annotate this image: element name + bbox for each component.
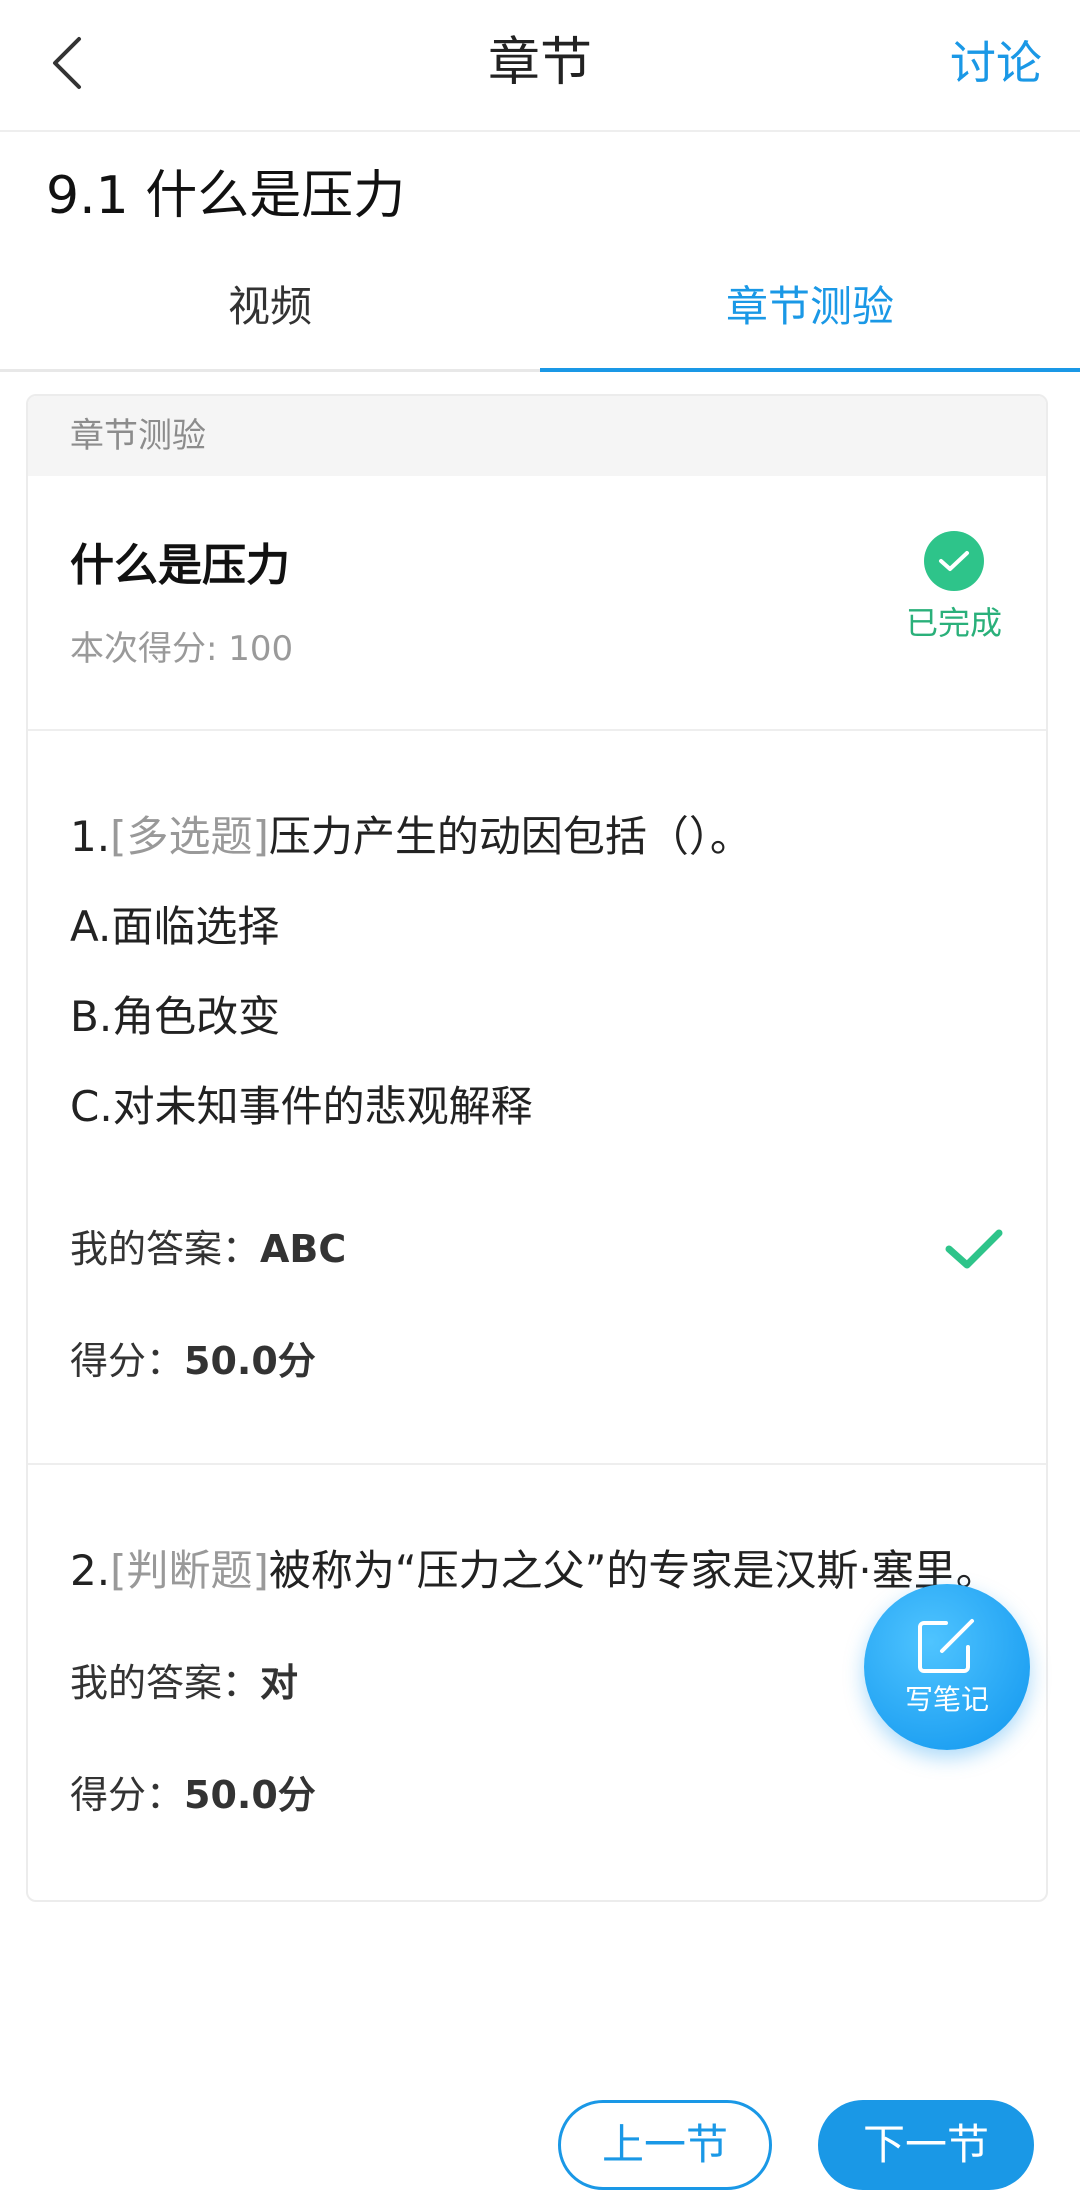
option-b: B.角色改变 <box>70 992 281 1041</box>
section-title: 9.1 什么是压力 <box>46 166 406 226</box>
score-label: 得分： <box>70 1339 185 1383</box>
top-bar: 章节 讨论 <box>0 0 1080 132</box>
option-c: C.对未知事件的悲观解释 <box>70 1082 533 1131</box>
my-answer-value: ABC <box>260 1227 347 1271</box>
correct-check-icon <box>942 1221 1006 1277</box>
quiz-summary: 什么是压力 本次得分: 100 已完成 <box>28 476 1046 731</box>
my-answer-label: 我的答案： <box>70 1661 261 1705</box>
write-note-button[interactable]: 写笔记 <box>864 1584 1030 1750</box>
my-answer: 我的答案：ABC <box>70 1221 346 1277</box>
question-number: 2. <box>70 1546 111 1595</box>
completed-status: 已完成 <box>905 604 1002 642</box>
discuss-button[interactable]: 讨论 <box>950 28 1042 98</box>
option-a: A.面临选择 <box>70 902 280 951</box>
check-circle-icon <box>924 531 984 591</box>
question-1: 1.[多选题]压力产生的动因包括（）。 A.面临选择 B.角色改变 C.对未知事… <box>28 731 1046 1465</box>
tab-video[interactable]: 视频 <box>0 262 540 369</box>
quiz-name: 什么是压力 <box>70 540 290 591</box>
tab-bar: 视频 章节测验 <box>0 262 1080 372</box>
completed-badge: 已完成 <box>904 531 1004 645</box>
score-label: 得分： <box>70 1773 185 1817</box>
question-type: [多选题] <box>110 812 269 861</box>
my-answer-value: 对 <box>260 1661 299 1705</box>
quiz-card-header: 章节测验 <box>28 396 1046 476</box>
write-note-label: 写笔记 <box>904 1683 989 1716</box>
question-number: 1. <box>70 812 111 861</box>
my-answer-label: 我的答案： <box>70 1227 261 1271</box>
my-answer: 我的答案：对 <box>70 1655 298 1711</box>
tab-chapter-quiz[interactable]: 章节测验 <box>540 262 1080 372</box>
score-value: 50.0分 <box>184 1773 316 1817</box>
question-text: 被称为“压力之父”的专家是汉斯·塞里。 <box>268 1546 998 1595</box>
question-stem: 2.[判断题]被称为“压力之父”的专家是汉斯·塞里。 <box>70 1541 998 1601</box>
page-title: 章节 <box>487 33 592 93</box>
question-score: 得分：50.0分 <box>70 1767 316 1823</box>
question-text: 压力产生的动因包括（）。 <box>268 812 752 861</box>
score-value: 50.0分 <box>184 1339 316 1383</box>
question-type: [判断题] <box>110 1546 269 1595</box>
quiz-score: 本次得分: 100 <box>70 629 294 669</box>
question-score: 得分：50.0分 <box>70 1333 316 1389</box>
question-stem: 1.[多选题]压力产生的动因包括（）。 <box>70 807 752 867</box>
next-section-button[interactable]: 下一节 <box>818 2100 1034 2190</box>
prev-section-button[interactable]: 上一节 <box>558 2100 772 2190</box>
app-root: 章节 讨论 9.1 什么是压力 视频 章节测验 章节测验 什么是压力 本次得分:… <box>0 0 1080 2190</box>
edit-note-icon <box>918 1619 974 1673</box>
